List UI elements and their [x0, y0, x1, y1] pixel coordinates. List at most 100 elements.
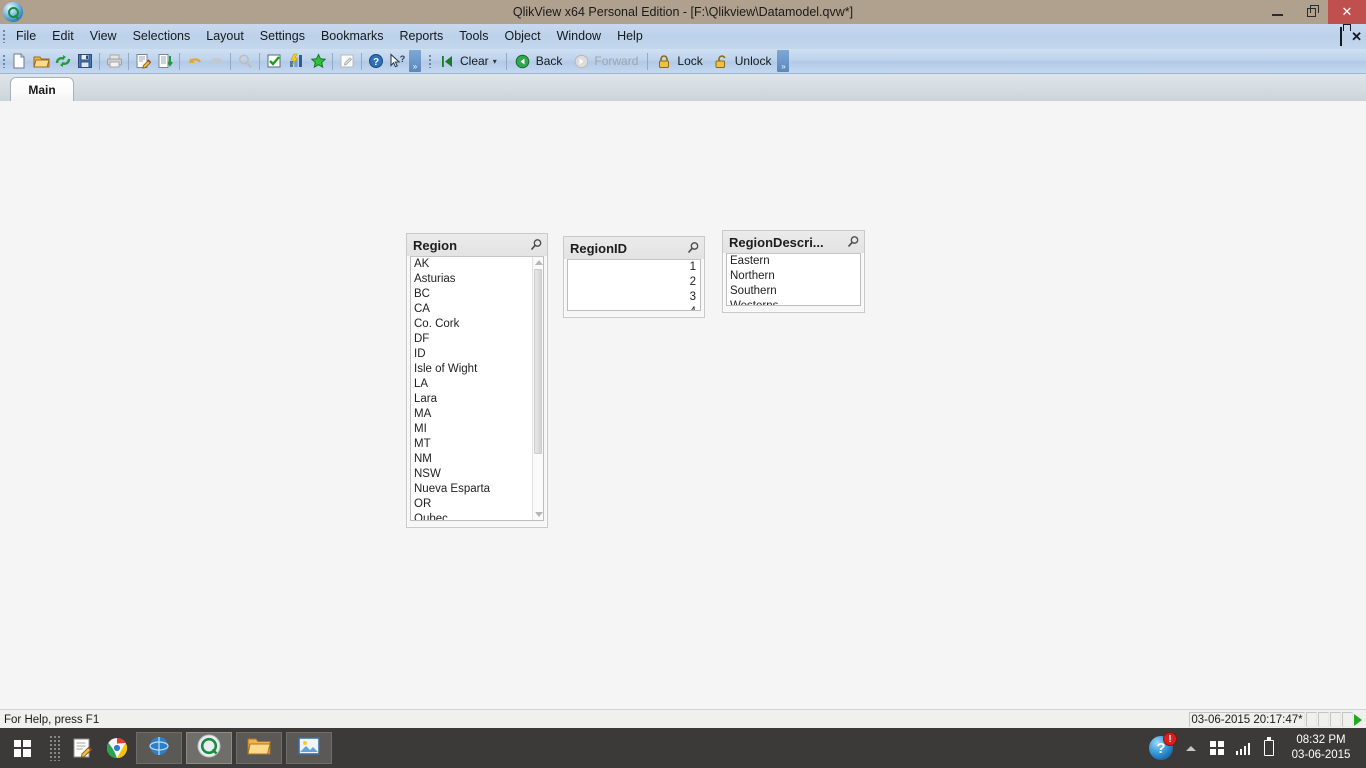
- clear-selections-button[interactable]: Clear ▾: [434, 50, 503, 72]
- list-item[interactable]: 3: [568, 290, 700, 305]
- notepad-editor-icon[interactable]: [69, 734, 97, 762]
- magnifier-icon[interactable]: [529, 238, 543, 252]
- listbox-regiondescription-caption[interactable]: RegionDescri...: [723, 231, 864, 253]
- listbox-regionid-caption[interactable]: RegionID: [564, 237, 704, 259]
- list-item[interactable]: DF: [411, 332, 532, 347]
- network-signal-icon[interactable]: [1230, 728, 1256, 768]
- chevron-up-icon[interactable]: [1178, 728, 1204, 768]
- list-item[interactable]: Asturias: [411, 272, 532, 287]
- list-item[interactable]: LA: [411, 377, 532, 392]
- favorites-star-icon[interactable]: [307, 50, 329, 72]
- task-button-internet-explorer[interactable]: [136, 732, 182, 764]
- scroll-up-arrow[interactable]: [533, 257, 543, 268]
- list-item[interactable]: 1: [568, 260, 700, 275]
- list-item[interactable]: MT: [411, 437, 532, 452]
- undo-icon[interactable]: [183, 50, 205, 72]
- list-item[interactable]: MA: [411, 407, 532, 422]
- toolbar-overflow-button[interactable]: »: [409, 50, 421, 72]
- list-item[interactable]: NM: [411, 452, 532, 467]
- mdi-close-button[interactable]: ✕: [1351, 30, 1362, 43]
- menu-item-view[interactable]: View: [82, 26, 125, 47]
- task-button-photo-viewer[interactable]: [286, 732, 332, 764]
- save-icon[interactable]: [74, 50, 96, 72]
- list-item[interactable]: BC: [411, 287, 532, 302]
- menu-item-file[interactable]: File: [8, 26, 44, 47]
- lock-button[interactable]: Lock: [651, 50, 708, 72]
- unlock-button[interactable]: Unlock: [709, 50, 778, 72]
- magnifier-icon[interactable]: [846, 235, 860, 249]
- menu-item-reports[interactable]: Reports: [392, 26, 452, 47]
- list-item[interactable]: Westerns: [727, 299, 860, 305]
- new-document-icon[interactable]: [8, 50, 30, 72]
- search-icon[interactable]: [234, 50, 256, 72]
- taskbar-clock[interactable]: 08:32 PM 03-06-2015: [1282, 733, 1366, 763]
- menu-item-selections[interactable]: Selections: [125, 26, 199, 47]
- list-item[interactable]: OR: [411, 497, 532, 512]
- list-item[interactable]: Isle of Wight: [411, 362, 532, 377]
- back-button[interactable]: Back: [510, 50, 569, 72]
- scrollbar-thumb[interactable]: [534, 269, 542, 454]
- context-help-icon[interactable]: ?: [387, 50, 409, 72]
- menu-item-object[interactable]: Object: [496, 26, 548, 47]
- listbox-regiondescription-body[interactable]: Eastern Northern Southern Westerns: [726, 253, 861, 306]
- windows-action-center-icon[interactable]: [1204, 728, 1230, 768]
- help-alert-icon[interactable]: ? !: [1144, 728, 1178, 768]
- list-item[interactable]: Nueva Esparta: [411, 482, 532, 497]
- list-item[interactable]: AK: [411, 257, 532, 272]
- list-item[interactable]: Southern: [727, 284, 860, 299]
- list-item[interactable]: NSW: [411, 467, 532, 482]
- magnifier-icon[interactable]: [686, 241, 700, 255]
- list-item[interactable]: Qubec: [411, 512, 532, 520]
- menu-item-tools[interactable]: Tools: [451, 26, 496, 47]
- edit-script-icon[interactable]: [132, 50, 154, 72]
- list-item[interactable]: 2: [568, 275, 700, 290]
- current-selections-icon[interactable]: [263, 50, 285, 72]
- listbox-region-scrollbar[interactable]: [532, 257, 543, 520]
- menu-grip-icon[interactable]: [0, 24, 8, 49]
- list-item[interactable]: Lara: [411, 392, 532, 407]
- list-item[interactable]: Northern: [727, 269, 860, 284]
- forward-button[interactable]: Forward: [568, 50, 644, 72]
- toolbar-grip-icon[interactable]: [0, 49, 8, 74]
- window-minimize-button[interactable]: [1260, 0, 1294, 24]
- help-icon[interactable]: ?: [365, 50, 387, 72]
- scroll-down-arrow[interactable]: [533, 509, 543, 520]
- table-viewer-icon[interactable]: [154, 50, 176, 72]
- task-button-file-explorer[interactable]: [236, 732, 282, 764]
- redo-icon[interactable]: [205, 50, 227, 72]
- menu-item-bookmarks[interactable]: Bookmarks: [313, 26, 392, 47]
- task-button-qlikview[interactable]: [186, 732, 232, 764]
- mdi-restore-button[interactable]: [1340, 26, 1343, 46]
- sheet-tab-main[interactable]: Main: [10, 77, 74, 102]
- list-item[interactable]: Co. Cork: [411, 317, 532, 332]
- open-document-icon[interactable]: [30, 50, 52, 72]
- chart-icon[interactable]: [285, 50, 307, 72]
- navigation-toolbar-overflow-button[interactable]: »: [777, 50, 790, 72]
- google-chrome-icon[interactable]: [103, 734, 131, 762]
- listbox-regiondescription[interactable]: RegionDescri... Eastern Northern Souther…: [722, 230, 865, 313]
- list-item[interactable]: 4: [568, 305, 700, 310]
- window-maximize-button[interactable]: [1294, 0, 1328, 24]
- list-item[interactable]: MI: [411, 422, 532, 437]
- list-item[interactable]: ID: [411, 347, 532, 362]
- windows-start-icon[interactable]: [0, 728, 44, 768]
- menu-item-help[interactable]: Help: [609, 26, 651, 47]
- battery-icon[interactable]: [1256, 728, 1282, 768]
- listbox-regionid-body[interactable]: 1 2 3 4: [567, 259, 701, 311]
- menu-item-window[interactable]: Window: [549, 26, 609, 47]
- list-item[interactable]: Eastern: [727, 254, 860, 269]
- listbox-region-caption[interactable]: Region: [407, 234, 547, 256]
- listbox-region-body[interactable]: AK Asturias BC CA Co. Cork DF ID Isle of…: [410, 256, 544, 521]
- notes-icon[interactable]: [336, 50, 358, 72]
- listbox-region[interactable]: Region AK Asturias BC CA Co. Cork DF ID: [406, 233, 548, 528]
- print-icon[interactable]: [103, 50, 125, 72]
- list-item[interactable]: CA: [411, 302, 532, 317]
- menu-item-edit[interactable]: Edit: [44, 26, 82, 47]
- clear-dropdown-caret-icon[interactable]: ▾: [493, 57, 501, 66]
- reload-icon[interactable]: [52, 50, 74, 72]
- menu-item-layout[interactable]: Layout: [198, 26, 252, 47]
- window-close-button[interactable]: ✕: [1328, 0, 1366, 24]
- listbox-regionid[interactable]: RegionID 1 2 3 4: [563, 236, 705, 318]
- taskbar-grip-icon[interactable]: [44, 728, 66, 768]
- menu-item-settings[interactable]: Settings: [252, 26, 313, 47]
